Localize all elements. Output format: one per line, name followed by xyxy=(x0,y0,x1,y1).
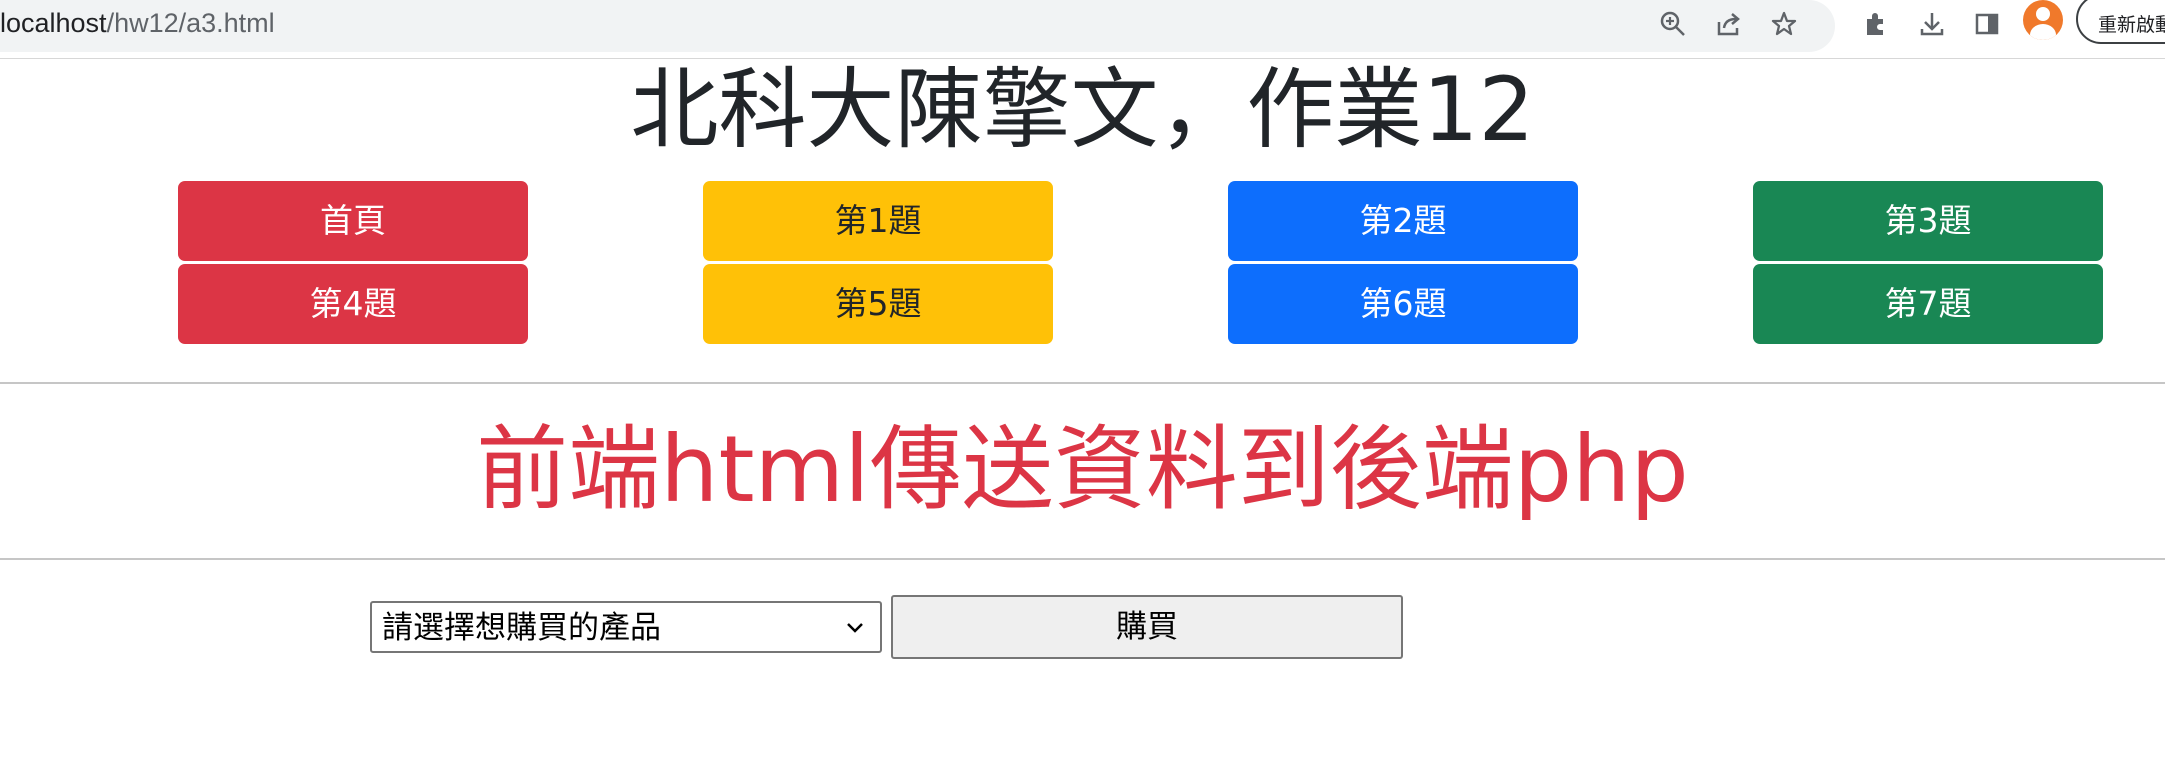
bookmark-star-icon[interactable] xyxy=(1766,6,1802,42)
download-icon[interactable] xyxy=(1914,6,1950,42)
nav-button-q7[interactable]: 第7題 xyxy=(1753,264,2103,344)
divider-bottom xyxy=(0,558,2165,560)
url-host: localhost xyxy=(0,8,107,38)
nav-button-q3[interactable]: 第3題 xyxy=(1753,181,2103,261)
extensions-icon[interactable] xyxy=(1858,6,1894,42)
nav-button-q5[interactable]: 第5題 xyxy=(703,264,1053,344)
nav-button-q6[interactable]: 第6題 xyxy=(1228,264,1578,344)
buy-button[interactable]: 購買 xyxy=(891,595,1403,659)
chevron-down-icon xyxy=(846,621,864,639)
nav-button-q2[interactable]: 第2題 xyxy=(1228,181,1578,261)
page-title: 北科大陳擎文，作業12 xyxy=(630,58,1535,161)
product-select[interactable]: 請選擇想購買的產品 xyxy=(370,601,882,653)
product-select-value: 請選擇想購買的產品 xyxy=(382,610,661,646)
zoom-icon[interactable] xyxy=(1655,6,1691,42)
url-text[interactable]: localhost/hw12/a3.html xyxy=(0,6,275,40)
browser-toolbar: localhost/hw12/a3.html 重新啟動 xyxy=(0,0,2165,59)
profile-avatar-icon[interactable] xyxy=(2023,0,2063,40)
relaunch-label: 重新啟動 xyxy=(2098,15,2165,36)
nav-button-home[interactable]: 首頁 xyxy=(178,181,528,261)
nav-button-q1[interactable]: 第1題 xyxy=(703,181,1053,261)
url-path: /hw12/a3.html xyxy=(106,8,275,38)
address-bar[interactable]: localhost/hw12/a3.html xyxy=(0,0,1835,52)
section-heading: 前端html傳送資料到後端php xyxy=(476,416,1689,523)
relaunch-button[interactable]: 重新啟動 xyxy=(2076,0,2165,44)
divider-top xyxy=(0,382,2165,384)
side-panel-icon[interactable] xyxy=(1969,6,2005,42)
share-icon[interactable] xyxy=(1711,6,1747,42)
nav-button-q4[interactable]: 第4題 xyxy=(178,264,528,344)
